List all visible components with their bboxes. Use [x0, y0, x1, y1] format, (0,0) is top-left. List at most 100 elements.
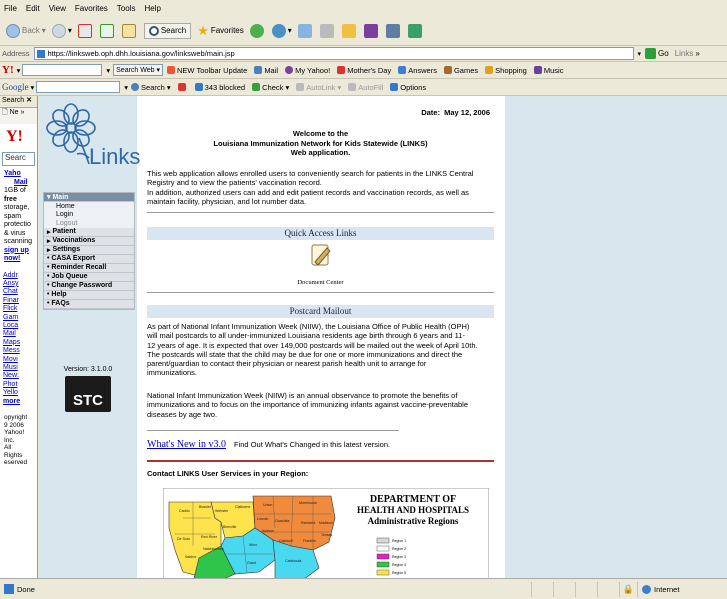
address-input[interactable]: https://linksweb.oph.dhh.louisiana.gov/l… [33, 47, 634, 60]
side-link[interactable]: Mail [3, 330, 37, 338]
messenger-icon [363, 23, 378, 38]
yahoo-item-answers[interactable]: Answers [398, 66, 437, 75]
favorites-button[interactable]: ★ Favorites [197, 23, 244, 39]
new-search-icon[interactable]: 🗋 Ne » [2, 109, 24, 116]
autofill-button[interactable]: AutoFill [348, 83, 383, 92]
web-page: Links ▾ Main Home Login Logout ▸ Patient… [39, 96, 727, 578]
side-link[interactable]: Mess [3, 347, 37, 355]
yahoo-search-input[interactable] [22, 64, 103, 76]
document-center-link[interactable]: Document Center [147, 278, 494, 287]
refresh-button[interactable] [99, 23, 116, 38]
nav-logout[interactable]: Logout [44, 219, 134, 228]
yahoo-search-web-button[interactable]: Search Web ▾ [113, 64, 163, 76]
main-content: Date: May 12, 2006 Welcome to the Louisi… [147, 96, 494, 578]
nav-vaccinations[interactable]: ▸ Vaccinations [44, 236, 134, 246]
nav-help[interactable]: • Help [44, 290, 134, 300]
side-link[interactable]: Chat [3, 288, 37, 296]
side-link[interactable]: Maps [3, 339, 37, 347]
side-link[interactable]: Finar [3, 297, 37, 305]
google-search-input[interactable] [36, 81, 121, 93]
side-link[interactable]: Loca [3, 322, 37, 330]
options-button[interactable]: Options [390, 83, 426, 92]
nav-job-queue[interactable]: • Job Queue [44, 272, 134, 282]
side-link[interactable]: Phot [3, 381, 37, 389]
go-button[interactable]: Go [645, 48, 669, 59]
parish-label: Lincoln [257, 517, 268, 521]
promo-link[interactable]: Yaho [4, 170, 21, 177]
menu-edit[interactable]: Edit [26, 4, 40, 13]
whats-new-description: Find Out What's Changed in this latest v… [234, 440, 391, 449]
folder-button[interactable] [341, 23, 358, 38]
menu-tools[interactable]: Tools [117, 4, 136, 13]
now-link[interactable]: now! [4, 255, 20, 262]
divider [147, 430, 399, 431]
nav-settings[interactable]: ▸ Settings [44, 245, 134, 255]
side-link[interactable]: Addr [3, 272, 37, 280]
louisiana-regions-map[interactable]: Caddo Bossier Webster Claiborne Union Mo… [163, 488, 489, 578]
parish-label: Caldwell [279, 539, 293, 543]
side-link[interactable]: Yello [3, 389, 37, 397]
document-center-icon[interactable] [309, 242, 333, 268]
side-link[interactable]: more [3, 398, 37, 406]
google-search-button[interactable]: Search ▾ [131, 83, 171, 92]
menu-favorites[interactable]: Favorites [75, 4, 108, 13]
menu-file[interactable]: File [4, 4, 17, 13]
close-icon[interactable]: ✕ [26, 97, 32, 104]
yahoo-item-mail[interactable]: Mail [254, 66, 278, 75]
nav-casa-export[interactable]: • CASA Export [44, 254, 134, 264]
print-button[interactable] [319, 23, 336, 38]
side-link[interactable]: Ansy [3, 280, 37, 288]
yahoo-item-shopping[interactable]: Shopping [485, 66, 527, 75]
side-link[interactable]: Flick [3, 305, 37, 313]
translate-button[interactable] [407, 23, 424, 38]
yahoo-item-my-yahoo[interactable]: My Yahoo! [285, 66, 330, 75]
side-panel-nav: 🗋 Ne » [0, 108, 37, 124]
autolink-button[interactable]: AutoLink ▾ [296, 83, 341, 92]
messenger-button[interactable] [363, 23, 380, 38]
parish-label: Jackson [261, 529, 274, 533]
yahoo-logo[interactable]: Y! [2, 64, 14, 76]
stop-button[interactable] [77, 23, 94, 38]
nav-home[interactable]: Home [44, 202, 134, 211]
media-button[interactable] [249, 23, 266, 38]
sign-up-link[interactable]: sign up [4, 247, 29, 254]
mail-button[interactable] [297, 23, 314, 38]
nav-main[interactable]: ▾ Main [44, 193, 134, 202]
nav-change-password[interactable]: • Change Password [44, 281, 134, 291]
history-button[interactable]: ▾ [271, 23, 292, 38]
yahoo-item-music[interactable]: Music [533, 66, 563, 75]
yahoo-item-games[interactable]: Games [443, 66, 478, 75]
links-label[interactable]: Links [675, 49, 694, 58]
spellcheck-button[interactable]: Check ▾ [252, 83, 289, 92]
menu-view[interactable]: View [49, 4, 66, 13]
nav-faqs[interactable]: • FAQs [44, 299, 134, 309]
popup-blocker[interactable]: 343 blocked [194, 83, 245, 92]
research-button[interactable] [385, 23, 402, 38]
side-link[interactable]: Musi [3, 364, 37, 372]
parish-label: Madison [319, 521, 333, 525]
side-link[interactable]: New: [3, 372, 37, 380]
links-logo-text: Links [89, 144, 141, 169]
nav-reminder-recall[interactable]: • Reminder Recall [44, 263, 134, 273]
yahoo-item-toolbar-update[interactable]: NEW Toolbar Update [167, 66, 247, 75]
nav-login[interactable]: Login [44, 210, 134, 219]
side-link[interactable]: Gam [3, 314, 37, 322]
menu-help[interactable]: Help [144, 4, 160, 13]
home-button[interactable] [121, 23, 138, 38]
google-logo[interactable]: Google [2, 82, 29, 92]
google-news-button[interactable] [177, 83, 188, 91]
forward-button[interactable]: ▾ [51, 23, 72, 38]
yahoo-item-mothers-day[interactable]: Mother's Day [337, 66, 391, 75]
stc-logo: STC [65, 376, 111, 412]
nav-patient[interactable]: ▸ Patient [44, 227, 134, 237]
page-icon [36, 49, 45, 58]
search-button[interactable]: Search [143, 22, 192, 39]
back-button[interactable]: Back ▾ [6, 23, 46, 38]
whats-new-link[interactable]: What's New in v3.0 [147, 439, 226, 449]
side-link[interactable]: Movi [3, 356, 37, 364]
status-bar: Done 🔒 Internet [0, 578, 727, 599]
promo-mail-link[interactable]: Mail [4, 179, 28, 186]
history-icon [271, 23, 286, 38]
side-search-input[interactable]: Searc [2, 152, 35, 166]
address-dropdown[interactable]: ▾ [638, 50, 642, 58]
